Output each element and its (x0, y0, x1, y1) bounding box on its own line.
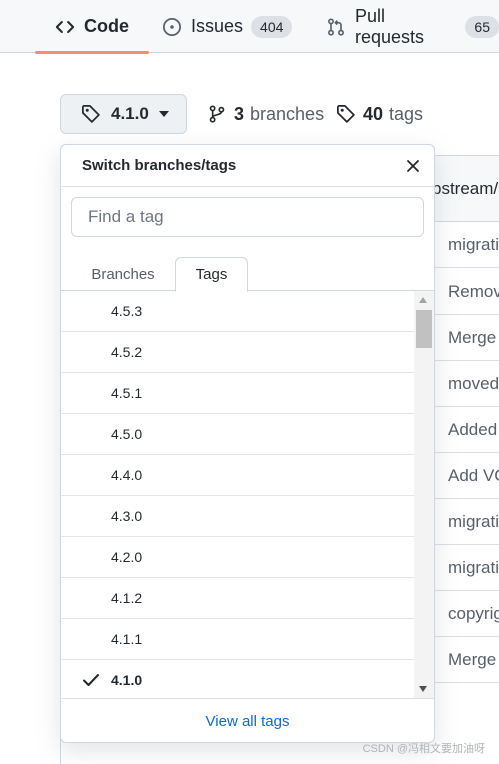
commit-message[interactable]: migrati (431, 499, 499, 545)
branches-label: branches (250, 103, 325, 124)
tag-item-label: 4.4.0 (111, 467, 143, 483)
dropdown-title: Switch branches/tags (82, 157, 237, 174)
commit-message[interactable]: moved (431, 361, 499, 407)
branches-link[interactable]: 3 branches (207, 100, 324, 128)
tag-item-selected[interactable]: 4.1.0 (61, 660, 414, 698)
tag-list: 4.5.3 4.5.2 4.5.1 4.5.0 4.4.0 4.3.0 4.2.… (61, 291, 414, 698)
tab-code-label: Code (84, 16, 129, 36)
tag-item[interactable]: 4.1.2 (61, 578, 414, 619)
view-all-tags-link[interactable]: View all tags (61, 698, 434, 742)
tab-code[interactable]: Code (35, 0, 149, 54)
tags-label: tags (389, 103, 424, 124)
tag-item[interactable]: 4.5.1 (61, 373, 414, 414)
scroll-up-arrow-icon[interactable] (419, 297, 427, 303)
file-list: pstream/ migrati Remov Merge moved Added… (430, 155, 499, 705)
current-ref-label: 4.1.0 (111, 104, 149, 123)
pull-requests-counter: 65 (465, 15, 499, 38)
dropdown-tabs: Branches Tags (61, 247, 434, 292)
dropdown-header: Switch branches/tags (61, 145, 434, 187)
tag-item[interactable]: 4.5.2 (61, 332, 414, 373)
tag-item-label: 4.1.2 (111, 590, 143, 606)
tag-item-label: 4.5.2 (111, 344, 143, 360)
tab-issues[interactable]: Issues 404 (162, 0, 293, 53)
tag-list-scrollbar[interactable] (414, 291, 434, 698)
tab-pull-requests-label: Pull requests (355, 5, 425, 47)
tag-item[interactable]: 4.5.3 (61, 291, 414, 332)
tag-item-label: 4.5.3 (111, 303, 143, 319)
tab-tags[interactable]: Tags (175, 257, 248, 292)
tag-item[interactable]: 4.3.0 (61, 496, 414, 537)
commit-message[interactable]: Added (431, 407, 499, 453)
git-pull-request-icon (326, 17, 346, 37)
watermark: CSDN @冯相文要加油呀 (362, 743, 485, 755)
tags-link[interactable]: 40 tags (336, 100, 423, 128)
check-icon (82, 672, 100, 688)
chevron-down-icon (158, 111, 169, 117)
commit-message[interactable]: Merge (431, 637, 499, 683)
commit-message[interactable]: migrati (431, 545, 499, 591)
tag-item[interactable]: 4.4.0 (61, 455, 414, 496)
tab-pull-requests[interactable]: Pull requests 65 (326, 0, 499, 53)
ref-selector-button[interactable]: 4.1.0 (60, 94, 187, 134)
tag-item-label: 4.1.1 (111, 631, 143, 647)
commit-message[interactable]: copyrig (431, 591, 499, 637)
issues-counter: 404 (251, 15, 293, 38)
scrollbar-thumb[interactable] (416, 310, 432, 348)
commit-message[interactable]: Add VC (431, 453, 499, 499)
tag-search-input[interactable] (71, 197, 424, 237)
git-branch-icon (207, 104, 227, 124)
issue-opened-icon (162, 17, 182, 37)
commit-message[interactable]: Remov (431, 269, 499, 315)
tag-item-label: 4.5.1 (111, 385, 143, 401)
scroll-down-arrow-icon[interactable] (419, 686, 427, 692)
repo-nav: Code Issues 404 Pull requests 65 (0, 0, 499, 54)
tab-issues-label: Issues (191, 16, 244, 36)
tag-item-label: 4.1.0 (111, 672, 143, 688)
tag-icon (81, 104, 101, 124)
file-list-header-text: pstream/ (432, 178, 499, 198)
file-list-header: pstream/ (431, 156, 499, 222)
ref-selector-dropdown: Switch branches/tags Branches Tags 4.5.3… (60, 144, 435, 743)
commit-message[interactable]: Merge (431, 315, 499, 361)
commit-message[interactable]: migrati (431, 222, 499, 268)
tag-item[interactable]: 4.5.0 (61, 414, 414, 455)
branches-count: 3 (234, 103, 245, 124)
tag-item-label: 4.5.0 (111, 426, 143, 442)
tag-item[interactable]: 4.1.1 (61, 619, 414, 660)
tag-item-label: 4.2.0 (111, 549, 143, 565)
close-icon[interactable] (404, 157, 422, 175)
tag-item-label: 4.3.0 (111, 508, 143, 524)
tags-count: 40 (363, 103, 384, 124)
tab-branches[interactable]: Branches (75, 257, 171, 292)
code-icon (55, 17, 75, 37)
tag-item[interactable]: 4.2.0 (61, 537, 414, 578)
tag-icon (336, 104, 356, 124)
